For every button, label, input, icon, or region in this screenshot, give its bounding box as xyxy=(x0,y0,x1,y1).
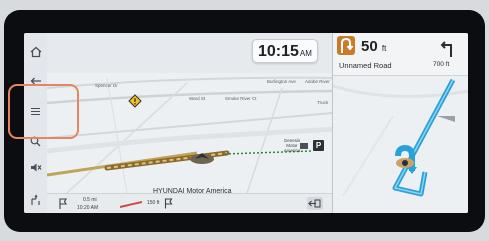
turn-preview-map[interactable] xyxy=(333,76,468,213)
exit-icon[interactable] xyxy=(307,197,323,210)
trip-info-bar: 0.5 mi 10:20 AM 150 ft xyxy=(47,193,332,213)
u-turn-icon xyxy=(337,36,355,55)
route-overview-icon[interactable] xyxy=(28,192,43,207)
clock-time: 10:15 xyxy=(258,43,299,60)
road-name: Unnamed Road xyxy=(339,61,392,70)
mute-icon[interactable] xyxy=(28,160,43,175)
parking-icon[interactable]: P xyxy=(313,140,324,151)
navigation-screen: 10:15 AM Spencer Dr Ward St Smoke River … xyxy=(24,33,468,213)
flag-icon xyxy=(59,198,67,209)
speed-indicator-icon xyxy=(119,201,143,208)
poi-name-line: America xyxy=(283,148,301,153)
maneuver-distance-value: 50 xyxy=(361,38,378,55)
warning-icon[interactable] xyxy=(128,94,142,108)
maneuver-distance-unit: ft xyxy=(381,44,387,53)
clock-widget: 10:15 AM xyxy=(252,39,318,63)
destination-name: HYUNDAI Motor America xyxy=(153,188,232,195)
next-turn-distance: 700 ft xyxy=(433,61,450,68)
arrival-time: 10:20 AM xyxy=(77,205,99,211)
guidance-panel: 50 ft Unnamed Road 700 ft xyxy=(332,33,468,213)
speed-value: 150 ft xyxy=(147,200,160,206)
map-view[interactable]: 10:15 AM Spencer Dr Ward St Smoke River … xyxy=(47,33,332,213)
home-icon[interactable] xyxy=(28,44,43,59)
street-label: Truck xyxy=(317,100,329,105)
maneuver-header: 50 ft Unnamed Road 700 ft xyxy=(333,33,468,76)
street-label: Ward St xyxy=(189,96,206,101)
menu-highlight-annotation xyxy=(8,84,79,139)
distance-remaining: 0.5 mi xyxy=(83,197,97,203)
street-label: Spencer Dr xyxy=(95,83,118,88)
poi-label: Genesis Motor America xyxy=(279,138,305,153)
street-label: Burlington Ave xyxy=(267,79,296,84)
street-label: Smoke River Ct xyxy=(225,96,257,101)
maneuver-distance: 50 ft xyxy=(361,38,386,55)
clock-ampm: AM xyxy=(299,49,312,58)
next-turn-icon xyxy=(437,39,457,59)
flag-icon xyxy=(164,198,173,209)
street-label: Adobe River xyxy=(305,79,330,84)
